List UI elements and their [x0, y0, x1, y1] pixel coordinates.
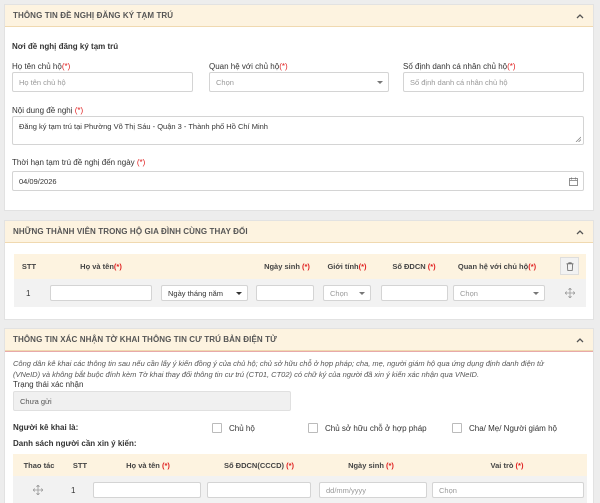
- member-id-input[interactable]: [381, 285, 448, 301]
- checkbox-parent[interactable]: [452, 423, 462, 433]
- section-registration-info: THÔNG TIN ĐỀ NGHỊ ĐĂNG KÝ TẠM TRÚ Nơi đề…: [4, 4, 594, 211]
- chevron-up-icon[interactable]: [575, 227, 585, 237]
- deadline-date-input[interactable]: 04/09/2026: [12, 171, 584, 191]
- caret-down-icon: [533, 292, 539, 295]
- section-header[interactable]: THÔNG TIN XÁC NHẬN TỜ KHAI THÔNG TIN CƯ …: [5, 329, 593, 351]
- caret-down-icon: [359, 292, 365, 295]
- col-stt: STT: [72, 460, 88, 470]
- col-dob: Ngày sinh (*): [348, 460, 394, 470]
- opinion-dob-input[interactable]: dd/mm/yyyy: [319, 482, 427, 498]
- host-name-input[interactable]: Họ tên chủ hộ: [12, 72, 193, 92]
- note-line-1: Công dân kê khai các thông tin sau nếu c…: [13, 359, 544, 368]
- section-title: THÔNG TIN ĐỀ NGHỊ ĐĂNG KÝ TẠM TRÚ: [13, 11, 174, 20]
- content-label: Nội dung đề nghị (*): [12, 106, 84, 115]
- chevron-up-icon[interactable]: [575, 335, 585, 345]
- content-textarea[interactable]: Đăng ký tạm trú tại Phường Võ Thị Sáu - …: [12, 116, 584, 145]
- relation-select-value: Chọn: [216, 77, 234, 87]
- member-name-input[interactable]: [50, 285, 152, 301]
- status-label: Trạng thái xác nhận: [13, 380, 84, 389]
- col-id: Số ĐDCN(CCCD) (*): [223, 460, 294, 470]
- member-dob-input[interactable]: [256, 285, 314, 301]
- checkbox-owner[interactable]: [308, 423, 318, 433]
- host-name-label: Họ tên chủ hộ(*): [12, 62, 71, 71]
- col-relation: Quan hệ với chủ hộ(*): [457, 262, 537, 271]
- content-textarea-value: Đăng ký tạm trú tại Phường Võ Thị Sáu - …: [19, 122, 268, 131]
- col-id: Số ĐDCN (*): [392, 262, 436, 271]
- section-header[interactable]: THÔNG TIN ĐỀ NGHỊ ĐĂNG KÝ TẠM TRÚ: [5, 5, 593, 27]
- place-title: Nơi đề nghị đăng ký tạm trú: [12, 42, 119, 51]
- caret-down-icon: [236, 292, 242, 295]
- row-stt: 1: [26, 289, 31, 298]
- opinion-role-select[interactable]: Chọn: [432, 482, 584, 498]
- drag-move-icon[interactable]: [565, 288, 575, 298]
- checkbox-parent-label: Cha/ Mẹ/ Người giám hộ: [469, 424, 557, 433]
- opinion-name-input[interactable]: [93, 482, 201, 498]
- host-id-label: Số định danh cá nhân chủ hộ(*): [403, 62, 516, 71]
- divider: [5, 351, 593, 352]
- members-table-header: STT Họ và tên(*) Ngày sinh (*) Giới tính…: [14, 254, 586, 279]
- col-dob: Ngày sinh (*): [264, 262, 310, 271]
- status-input: Chưa gửi: [13, 391, 291, 411]
- trash-icon: [566, 261, 573, 271]
- deadline-date-value: 04/09/2026: [19, 176, 57, 186]
- section-confirmation-info: THÔNG TIN XÁC NHẬN TỜ KHAI THÔNG TIN CƯ …: [4, 328, 594, 503]
- member-gender-select[interactable]: Chọn: [323, 285, 371, 301]
- calendar-icon[interactable]: [569, 177, 578, 186]
- date-type-value: Ngày tháng năm: [168, 288, 224, 298]
- relation-value: Chọn: [460, 288, 478, 298]
- note-text: Công dân kê khai các thông tin sau nếu c…: [13, 358, 589, 380]
- col-name: Họ và tên (*): [126, 460, 170, 470]
- member-date-type-select[interactable]: Ngày tháng năm: [161, 285, 248, 301]
- opinion-table-header: Thao tác STT Họ và tên (*) Số ĐDCN(CCCD)…: [13, 454, 587, 476]
- col-name: Họ và tên(*): [80, 262, 122, 271]
- note-line-2: (VNeID) và không bắt buộc đính kèm Tờ kh…: [13, 370, 480, 379]
- delete-all-button[interactable]: [560, 257, 579, 275]
- list-label: Danh sách người cần xin ý kiến:: [13, 439, 137, 448]
- relation-select[interactable]: Chọn: [209, 72, 389, 92]
- members-table-row: 1 Ngày tháng năm Chọn Chọn: [14, 279, 586, 307]
- checkbox-owner-label: Chủ sở hữu chỗ ở hợp pháp: [325, 424, 427, 433]
- declarant-label: Người kê khai là:: [13, 423, 79, 432]
- opinion-table-row: 1 dd/mm/yyyy Chọn: [13, 476, 587, 503]
- section-header[interactable]: NHỮNG THÀNH VIÊN TRONG HỘ GIA ĐÌNH CÙNG …: [5, 221, 593, 243]
- caret-down-icon: [377, 81, 383, 84]
- opinion-id-input[interactable]: [207, 482, 311, 498]
- section-household-members: NHỮNG THÀNH VIÊN TRONG HỘ GIA ĐÌNH CÙNG …: [4, 220, 594, 320]
- checkbox-host-label: Chủ hộ: [229, 424, 255, 433]
- gender-value: Chọn: [330, 288, 348, 298]
- member-relation-select[interactable]: Chọn: [453, 285, 545, 301]
- col-action: Thao tác: [23, 460, 55, 470]
- col-role: Vai trò (*): [490, 460, 524, 470]
- resize-handle-icon[interactable]: [575, 136, 581, 142]
- relation-label: Quan hệ với chủ hộ(*): [209, 62, 288, 71]
- drag-move-icon[interactable]: [33, 485, 43, 495]
- section-title: NHỮNG THÀNH VIÊN TRONG HỘ GIA ĐÌNH CÙNG …: [13, 227, 248, 236]
- row-stt: 1: [71, 486, 76, 495]
- checkbox-host[interactable]: [212, 423, 222, 433]
- chevron-up-icon[interactable]: [575, 11, 585, 21]
- col-stt: STT: [21, 262, 37, 271]
- deadline-label: Thời hạn tạm trú đề nghị đến ngày (*): [12, 158, 146, 167]
- host-id-input[interactable]: Số định danh cá nhân chủ hộ: [403, 72, 584, 92]
- section-title: THÔNG TIN XÁC NHẬN TỜ KHAI THÔNG TIN CƯ …: [13, 335, 277, 344]
- col-gender: Giới tính(*): [327, 262, 367, 271]
